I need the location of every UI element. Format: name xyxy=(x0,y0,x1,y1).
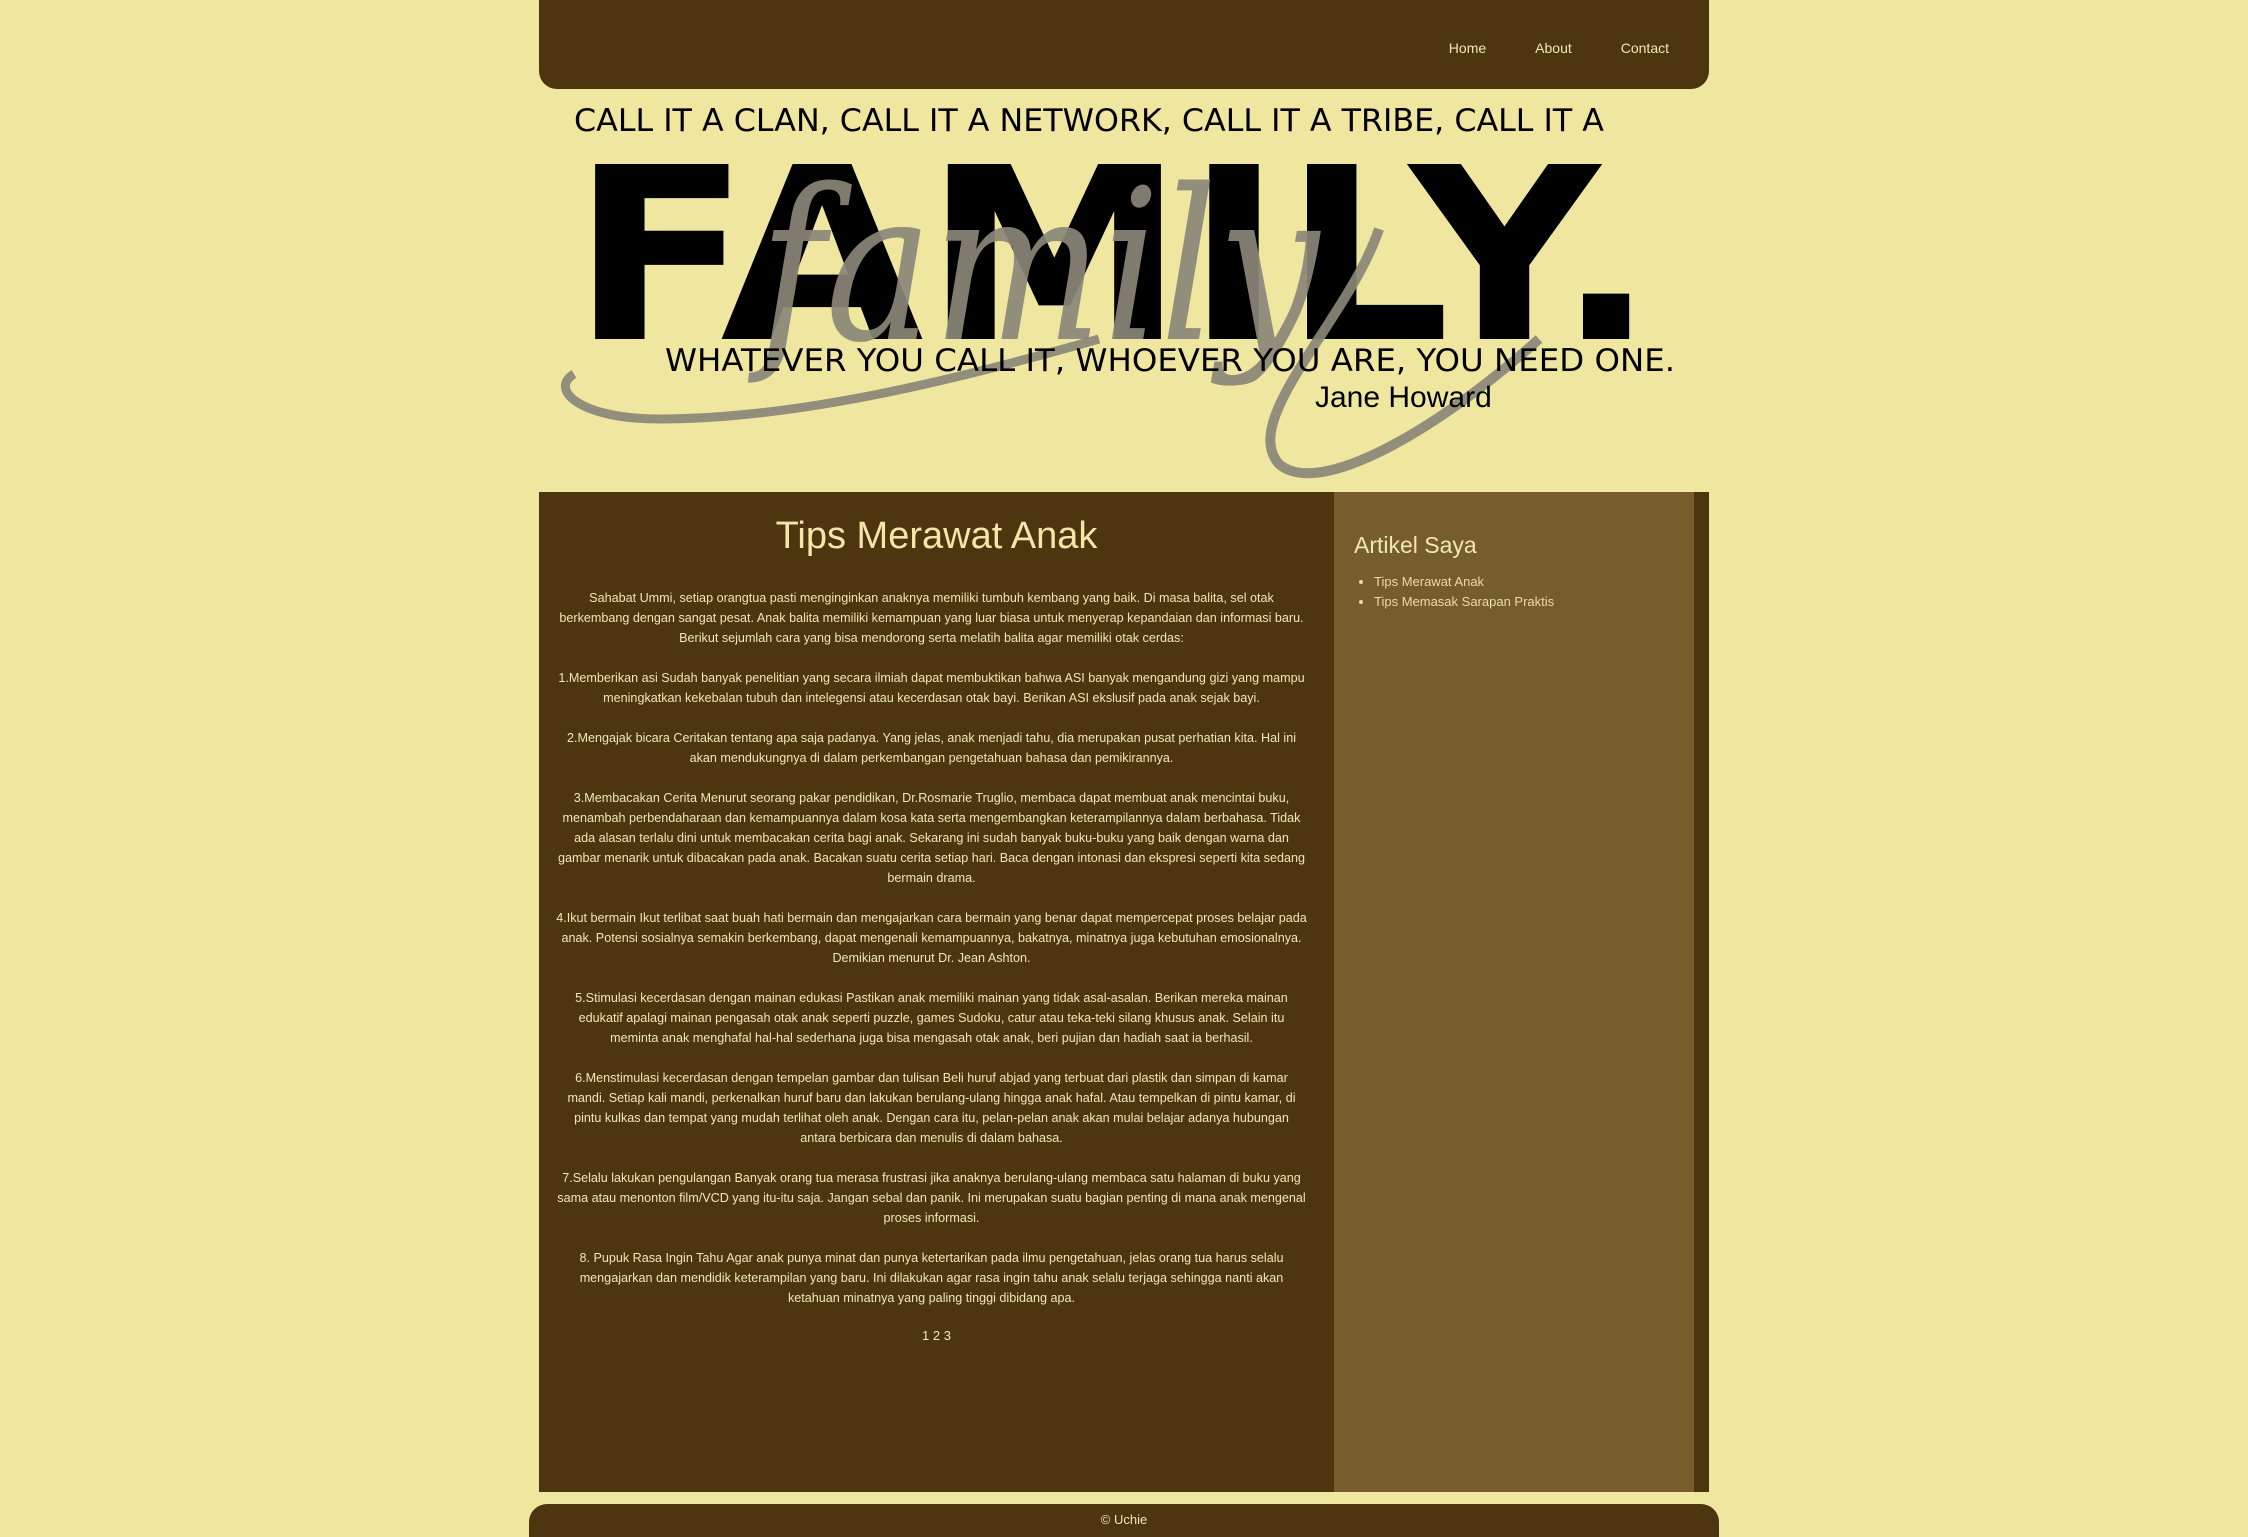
banner-bottom-line: WHATEVER YOU CALL IT, WHOEVER YOU ARE, Y… xyxy=(665,343,1675,379)
page-link-2[interactable]: 2 xyxy=(933,1328,940,1343)
sidebar-link-tips-merawat-anak[interactable]: Tips Merawat Anak xyxy=(1374,574,1484,589)
footer: © Uchie xyxy=(529,1504,1719,1537)
sidebar-edge xyxy=(1694,492,1709,1492)
family-quote-banner: CALL IT A CLAN, CALL IT A NETWORK, CALL … xyxy=(561,103,1675,479)
article-body: Sahabat Ummi, setiap orangtua pasti meng… xyxy=(555,588,1308,1308)
article-paragraph: Sahabat Ummi, setiap orangtua pasti meng… xyxy=(559,591,1304,645)
nav-contact-link[interactable]: Contact xyxy=(1621,40,1669,56)
article-paragraph: 5.Stimulasi kecerdasan dengan mainan edu… xyxy=(575,991,1288,1045)
article-paragraph: 3.Membacakan Cerita Menurut seorang paka… xyxy=(558,791,1305,885)
sidebar-item: Tips Merawat Anak xyxy=(1374,572,1694,592)
article-paragraph: 2.Mengajak bicara Ceritakan tentang apa … xyxy=(566,731,1297,765)
banner-author: Jane Howard xyxy=(1315,381,1492,414)
sidebar: Artikel Saya Tips Merawat Anak Tips Mema… xyxy=(1334,492,1694,1492)
sidebar-title: Artikel Saya xyxy=(1354,532,1477,558)
content-area: Tips Merawat Anak Sahabat Ummi, setiap o… xyxy=(539,492,1709,1492)
article-paragraph: 7.Selalu lakukan pengulangan Banyak oran… xyxy=(557,1171,1306,1225)
main-article: Tips Merawat Anak Sahabat Ummi, setiap o… xyxy=(539,492,1334,1492)
header-banner: CALL IT A CLAN, CALL IT A NETWORK, CALL … xyxy=(539,89,1709,492)
article-paragraph: 4.Ikut bermain Ikut terlibat saat buah h… xyxy=(556,911,1307,965)
footer-copyright: © Uchie xyxy=(1100,1512,1148,1527)
article-title: Tips Merawat Anak xyxy=(775,515,1098,557)
sidebar-article-list: Tips Merawat Anak Tips Memasak Sarapan P… xyxy=(1354,572,1694,612)
article-paragraph: 1.Memberikan asi Sudah banyak penelitian… xyxy=(558,671,1305,705)
sidebar-item: Tips Memasak Sarapan Praktis xyxy=(1374,592,1694,612)
sidebar-link-tips-memasak[interactable]: Tips Memasak Sarapan Praktis xyxy=(1374,594,1554,609)
nav-links: Home About Contact xyxy=(1400,40,1669,56)
article-paragraph: 8. Pupuk Rasa Ingin Tahu Agar anak punya… xyxy=(579,1251,1284,1305)
article-paragraph: 6.Menstimulasi kecerdasan dengan tempela… xyxy=(567,1071,1296,1145)
page: Home About Contact CALL IT A CLAN, CALL … xyxy=(529,0,1719,1537)
nav-about-link[interactable]: About xyxy=(1535,40,1572,56)
page-link-3[interactable]: 3 xyxy=(944,1328,951,1343)
pagination: 1 2 3 xyxy=(539,1328,1334,1343)
top-navigation: Home About Contact xyxy=(539,0,1709,89)
page-link-1[interactable]: 1 xyxy=(922,1328,929,1343)
nav-home-link[interactable]: Home xyxy=(1449,40,1486,56)
